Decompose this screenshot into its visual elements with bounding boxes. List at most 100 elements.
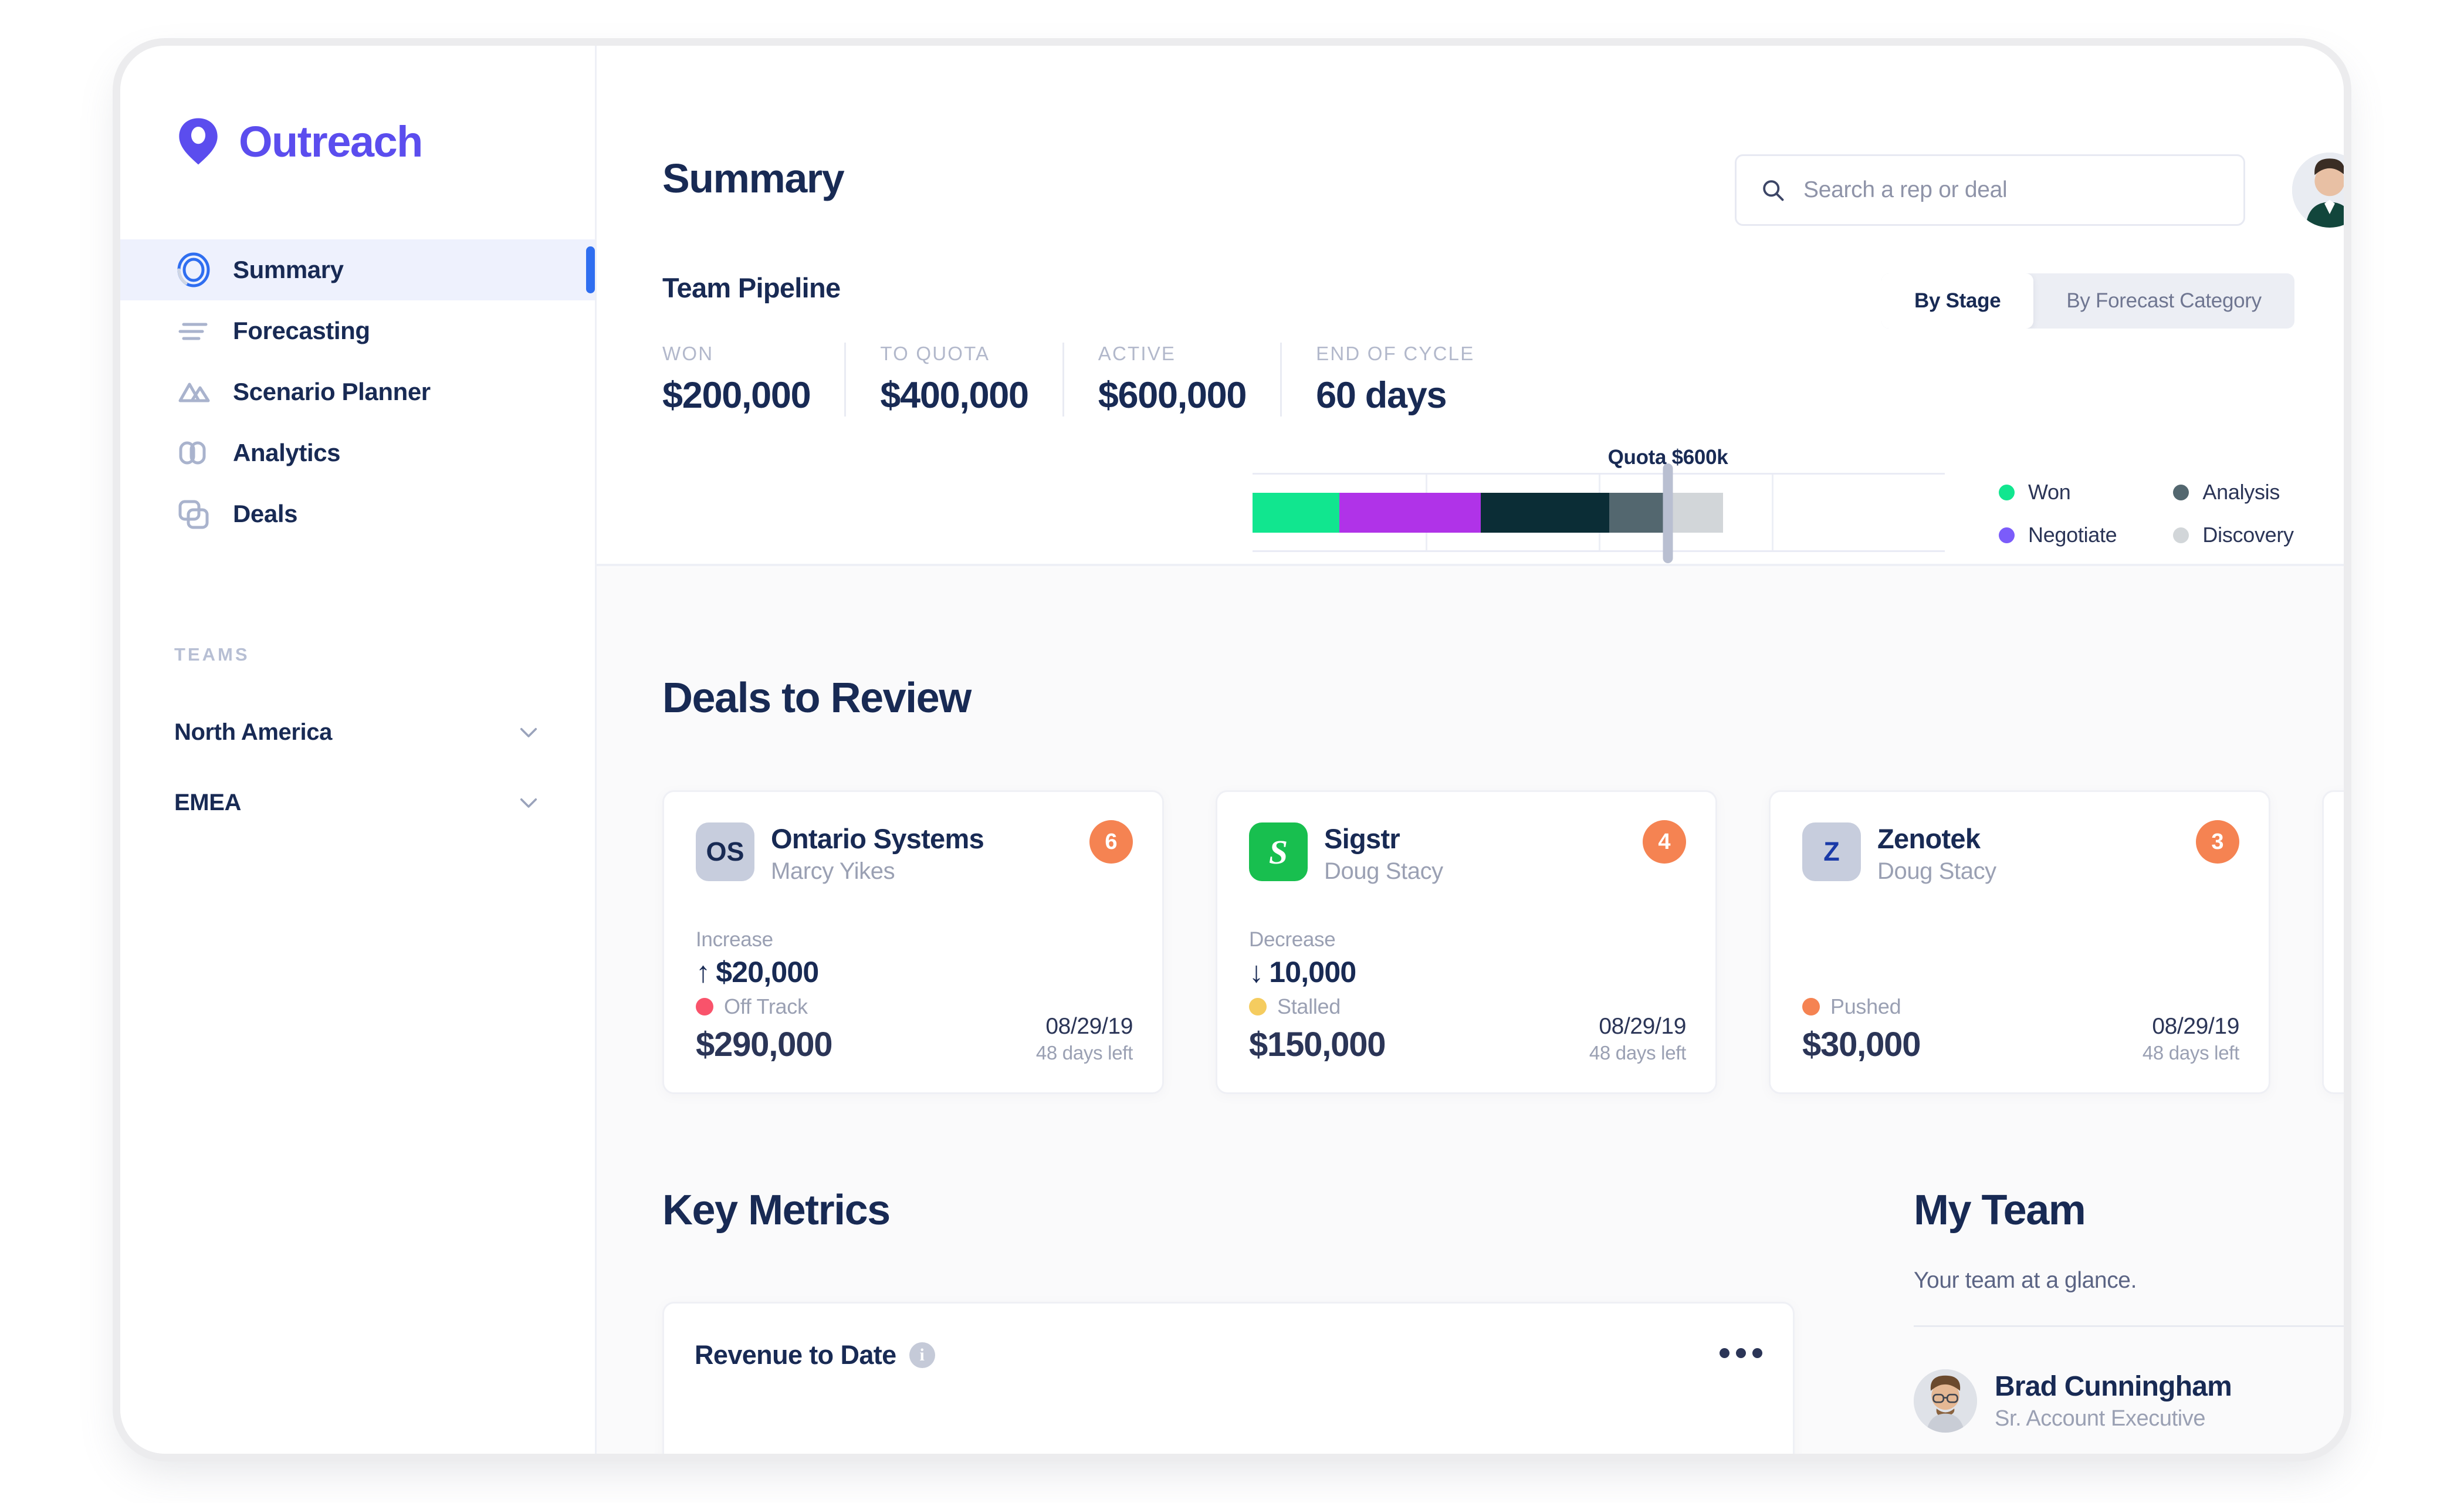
delta-arrow-icon: ↓ xyxy=(1249,956,1264,989)
user-avatar[interactable] xyxy=(2292,153,2344,228)
deal-delta: Decrease ↓ 10,000 xyxy=(1249,928,1356,989)
status-dot xyxy=(696,998,713,1015)
chevron-down-icon xyxy=(520,727,537,737)
delta-arrow-icon: ↑ xyxy=(696,956,710,989)
sidebar-item-summary[interactable]: Summary xyxy=(120,239,595,300)
delta-amount: $20,000 xyxy=(716,956,819,989)
stat-won: WON $200,000 xyxy=(662,343,847,417)
my-team-title: My Team xyxy=(1914,1187,2086,1234)
sidebar-item-deals[interactable]: Deals xyxy=(120,483,595,544)
divider xyxy=(1914,1325,2344,1327)
stat-label: ACTIVE xyxy=(1098,343,1176,364)
company-name: Ontario Systems xyxy=(771,823,984,854)
stat-value: $400,000 xyxy=(880,375,1029,416)
bar-segment-discovery xyxy=(1671,493,1724,533)
deal-card[interactable]: Z Zenotek Doug Stacy 3 Pushed $30,000 08… xyxy=(1769,790,2270,1094)
close-date: 08/29/19 xyxy=(2152,1014,2239,1039)
gridline xyxy=(1772,475,1773,550)
status-dot xyxy=(1249,998,1267,1015)
sidebar: Outreach Summary Forecasting Scenario Pl… xyxy=(120,46,597,1454)
days-left: 48 days left xyxy=(2142,1042,2239,1064)
rep-name: Marcy Yikes xyxy=(771,858,895,884)
legend-item-analysis: Analysis xyxy=(2173,480,2293,505)
legend-dot xyxy=(2173,484,2189,500)
sidebar-item-label: Scenario Planner xyxy=(233,378,431,405)
team-member-row[interactable]: Brad Cunningham Sr. Account Executive xyxy=(1914,1369,2232,1433)
search-input[interactable]: Search a rep or deal xyxy=(1735,154,2245,226)
pipeline-stats: WON $200,000 TO QUOTA $400,000 ACTIVE $6… xyxy=(662,343,1542,417)
bar-segment-analysis xyxy=(1609,493,1671,533)
target-rings-icon xyxy=(174,250,213,289)
status-badge: Pushed xyxy=(1830,994,1901,1018)
deal-card[interactable]: S Sigstr Doug Stacy 4 Decrease ↓ 10,000 xyxy=(1216,790,1717,1094)
stat-end-of-cycle: END OF CYCLE 60 days xyxy=(1316,343,1508,417)
legend-label: Analysis xyxy=(2202,480,2280,504)
brand-name: Outreach xyxy=(239,117,423,166)
stat-active: ACTIVE $600,000 xyxy=(1098,343,1282,417)
main-content: Summary Search a rep or deal Team Pipeli… xyxy=(597,46,2344,1454)
member-role: Sr. Account Executive xyxy=(1995,1406,2206,1431)
deal-card[interactable]: OS Ontario Systems Marcy Yikes 6 Increas… xyxy=(662,790,1164,1094)
legend-label: Won xyxy=(2028,480,2071,504)
device-frame: Outreach Summary Forecasting Scenario Pl… xyxy=(120,46,2344,1454)
legend-item-won: Won xyxy=(1999,480,2117,505)
chevron-down-icon xyxy=(520,798,537,808)
sidebar-item-label: Deals xyxy=(233,500,298,527)
pipeline-view-toggle: By Stage By Forecast Category xyxy=(1881,273,2294,329)
legend-dot xyxy=(1999,484,2015,500)
team-group-north-america[interactable]: North America xyxy=(120,709,595,756)
stacked-squares-icon xyxy=(174,495,213,533)
team-group-emea[interactable]: EMEA xyxy=(120,779,595,826)
toggle-by-stage[interactable]: By Stage xyxy=(1881,273,2034,329)
kebab-menu-icon[interactable] xyxy=(1720,1348,1762,1358)
company-logo: OS xyxy=(696,822,754,881)
deal-card[interactable]: RP R E On Track $20,0 xyxy=(2322,790,2344,1094)
deals-card-list: OS Ontario Systems Marcy Yikes 6 Increas… xyxy=(662,790,2344,1094)
delta-amount: 10,000 xyxy=(1269,956,1356,989)
sidebar-item-label: Analytics xyxy=(233,439,341,466)
company-name: Zenotek xyxy=(1877,823,1981,854)
rep-name: Doug Stacy xyxy=(1324,858,1443,884)
revenue-to-date-card: Revenue to Date i This Quarter xyxy=(662,1302,1795,1454)
legend-dot xyxy=(2173,527,2189,543)
info-icon[interactable]: i xyxy=(909,1342,935,1368)
days-left: 48 days left xyxy=(1035,1042,1133,1064)
bar-segment-negotiate xyxy=(1339,493,1481,533)
rep-name: Doug Stacy xyxy=(1877,858,1996,884)
legend-label: Negotiate xyxy=(2028,523,2117,547)
legend-dot xyxy=(1999,527,2015,543)
sidebar-nav: Summary Forecasting Scenario Planner Ana… xyxy=(120,239,595,544)
sidebar-item-scenario-planner[interactable]: Scenario Planner xyxy=(120,361,595,422)
sidebar-item-label: Summary xyxy=(233,256,344,283)
company-logo: S xyxy=(1249,822,1308,881)
deals-to-review-title: Deals to Review xyxy=(662,675,972,722)
card-title: Revenue to Date xyxy=(695,1340,896,1370)
outreach-pin-icon xyxy=(179,118,218,165)
dashboard-body: Deals to Review OS Ontario Systems Marcy… xyxy=(597,568,2344,1454)
avatar-portrait xyxy=(2292,153,2344,228)
stat-value: 60 days xyxy=(1316,375,1447,416)
deal-count-badge[interactable]: 4 xyxy=(1643,820,1686,864)
delta-value: ↑ $20,000 xyxy=(696,955,819,989)
deal-count-badge[interactable]: 6 xyxy=(1089,820,1133,864)
days-left: 48 days left xyxy=(1589,1042,1686,1064)
status-dot xyxy=(1802,998,1820,1015)
bar-segment-propose xyxy=(1481,493,1609,533)
brand-logo[interactable]: Outreach xyxy=(173,116,423,167)
deal-count-badge[interactable]: 3 xyxy=(2196,820,2239,864)
sidebar-item-forecasting[interactable]: Forecasting xyxy=(120,300,595,361)
deal-amount: $290,000 xyxy=(696,1025,833,1064)
team-pipeline-title: Team Pipeline xyxy=(662,272,841,303)
search-icon xyxy=(1763,180,1784,201)
sidebar-item-label: Forecasting xyxy=(233,317,370,344)
stat-label: TO QUOTA xyxy=(880,343,990,364)
stat-value: $200,000 xyxy=(662,375,811,416)
bar-segment-won xyxy=(1253,493,1339,533)
delta-value: ↓ 10,000 xyxy=(1249,955,1356,989)
my-team-subtitle: Your team at a glance. xyxy=(1914,1268,2137,1293)
close-date: 08/29/19 xyxy=(1045,1014,1133,1039)
delta-label: Increase xyxy=(696,928,773,951)
sidebar-item-analytics[interactable]: Analytics xyxy=(120,422,595,483)
legend-label: Discovery xyxy=(2202,523,2294,547)
toggle-by-forecast-category[interactable]: By Forecast Category xyxy=(2033,273,2294,329)
